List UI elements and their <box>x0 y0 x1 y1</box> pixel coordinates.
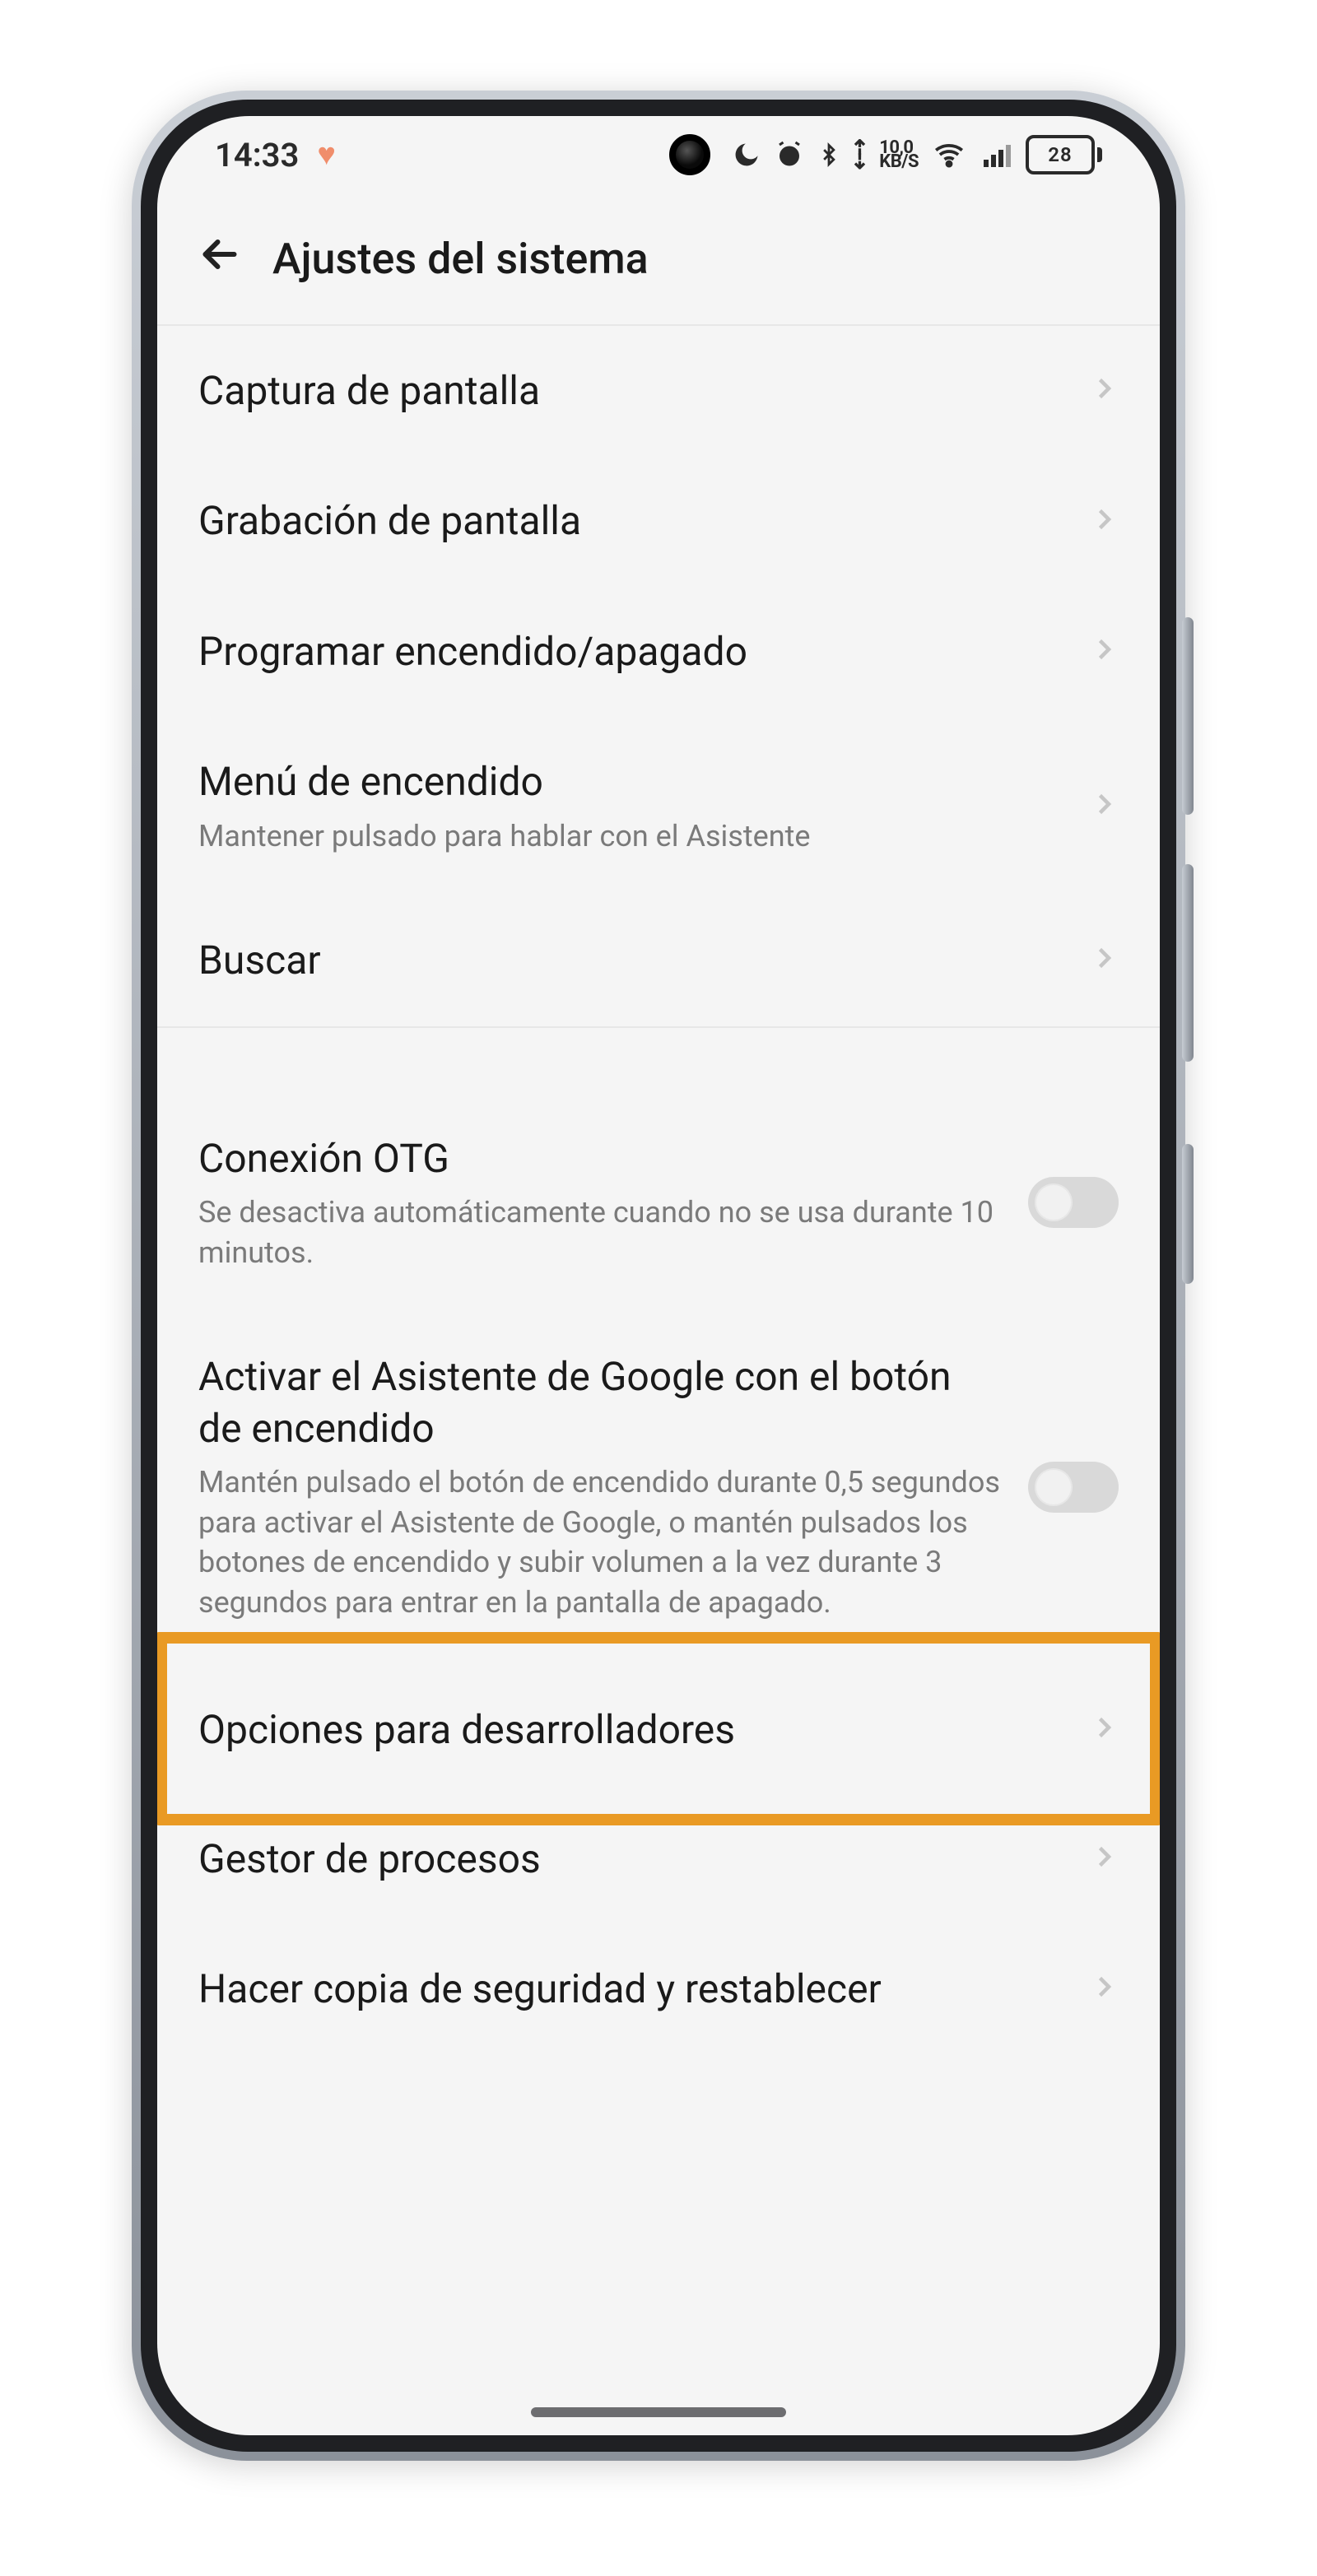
row-backup-restore[interactable]: Hacer copia de seguridad y restablecer <box>157 1924 1160 2054</box>
row-title: Programar encendido/apagado <box>198 626 1064 677</box>
otg-toggle[interactable] <box>1028 1177 1119 1228</box>
status-bar: 14:33 ♥ ⇡⇣ <box>157 116 1160 193</box>
row-title: Menú de encendido <box>198 756 1064 807</box>
chevron-right-icon <box>1089 1838 1119 1881</box>
row-title: Conexión OTG <box>198 1133 1003 1184</box>
bluetooth-icon <box>817 139 840 170</box>
row-title: Hacer copia de seguridad y restablecer <box>198 1964 1064 2015</box>
volume-down-button[interactable] <box>1182 864 1194 1062</box>
section-divider <box>157 1026 1160 1094</box>
data-arrows-icon: ⇡⇣ <box>850 142 869 168</box>
chevron-right-icon <box>1089 630 1119 673</box>
row-google-assistant[interactable]: Activar el Asistente de Google con el bo… <box>157 1312 1160 1647</box>
row-developer-options[interactable]: Opciones para desarrolladores <box>157 1647 1160 1813</box>
chevron-right-icon <box>1089 785 1119 828</box>
alarm-icon <box>775 140 804 170</box>
row-title: Captura de pantalla <box>198 365 1064 416</box>
phone-bezel: 14:33 ♥ ⇡⇣ <box>141 100 1176 2452</box>
row-screen-recording[interactable]: Grabación de pantalla <box>157 456 1160 586</box>
network-speed: 10,0 KB/S <box>879 141 919 169</box>
chevron-right-icon <box>1089 370 1119 412</box>
power-button[interactable] <box>1182 1144 1194 1284</box>
page-header: Ajustes del sistema <box>157 193 1160 326</box>
page-title: Ajustes del sistema <box>272 234 649 284</box>
home-indicator[interactable] <box>531 2407 786 2417</box>
row-screenshot[interactable]: Captura de pantalla <box>157 326 1160 456</box>
heart-icon: ♥ <box>317 137 336 173</box>
chevron-right-icon <box>1089 500 1119 543</box>
phone-frame: 14:33 ♥ ⇡⇣ <box>132 91 1185 2461</box>
signal-icon <box>980 140 1012 170</box>
camera-hole <box>669 134 710 175</box>
screen: 14:33 ♥ ⇡⇣ <box>157 116 1160 2435</box>
row-subtitle: Mantén pulsado el botón de encendido dur… <box>198 1462 1003 1622</box>
row-title: Activar el Asistente de Google con el bo… <box>198 1351 1003 1454</box>
row-search[interactable]: Buscar <box>157 895 1160 1025</box>
chevron-right-icon <box>1089 1968 1119 2011</box>
row-title: Gestor de procesos <box>198 1834 1064 1885</box>
battery-indicator: 28 <box>1026 135 1102 174</box>
row-power-menu[interactable]: Menú de encendido Mantener pulsado para … <box>157 717 1160 895</box>
row-otg[interactable]: Conexión OTG Se desactiva automáticament… <box>157 1094 1160 1313</box>
row-subtitle: Se desactiva automáticamente cuando no s… <box>198 1193 1003 1272</box>
row-subtitle: Mantener pulsado para hablar con el Asis… <box>198 816 1064 857</box>
back-arrow-icon[interactable] <box>195 230 244 288</box>
volume-up-button[interactable] <box>1182 617 1194 815</box>
chevron-right-icon <box>1089 1709 1119 1751</box>
row-title: Opciones para desarrolladores <box>198 1704 1064 1755</box>
moon-icon <box>732 140 761 170</box>
wifi-icon <box>932 139 966 170</box>
row-process-manager[interactable]: Gestor de procesos <box>157 1814 1160 1924</box>
settings-list[interactable]: Captura de pantalla Grabación de pantall… <box>157 326 1160 2435</box>
row-title: Buscar <box>198 935 1064 986</box>
row-schedule-power[interactable]: Programar encendido/apagado <box>157 587 1160 717</box>
battery-level: 28 <box>1048 143 1072 166</box>
status-time: 14:33 <box>215 136 299 174</box>
row-title: Grabación de pantalla <box>198 495 1064 546</box>
assistant-toggle[interactable] <box>1028 1462 1119 1513</box>
chevron-right-icon <box>1089 939 1119 982</box>
